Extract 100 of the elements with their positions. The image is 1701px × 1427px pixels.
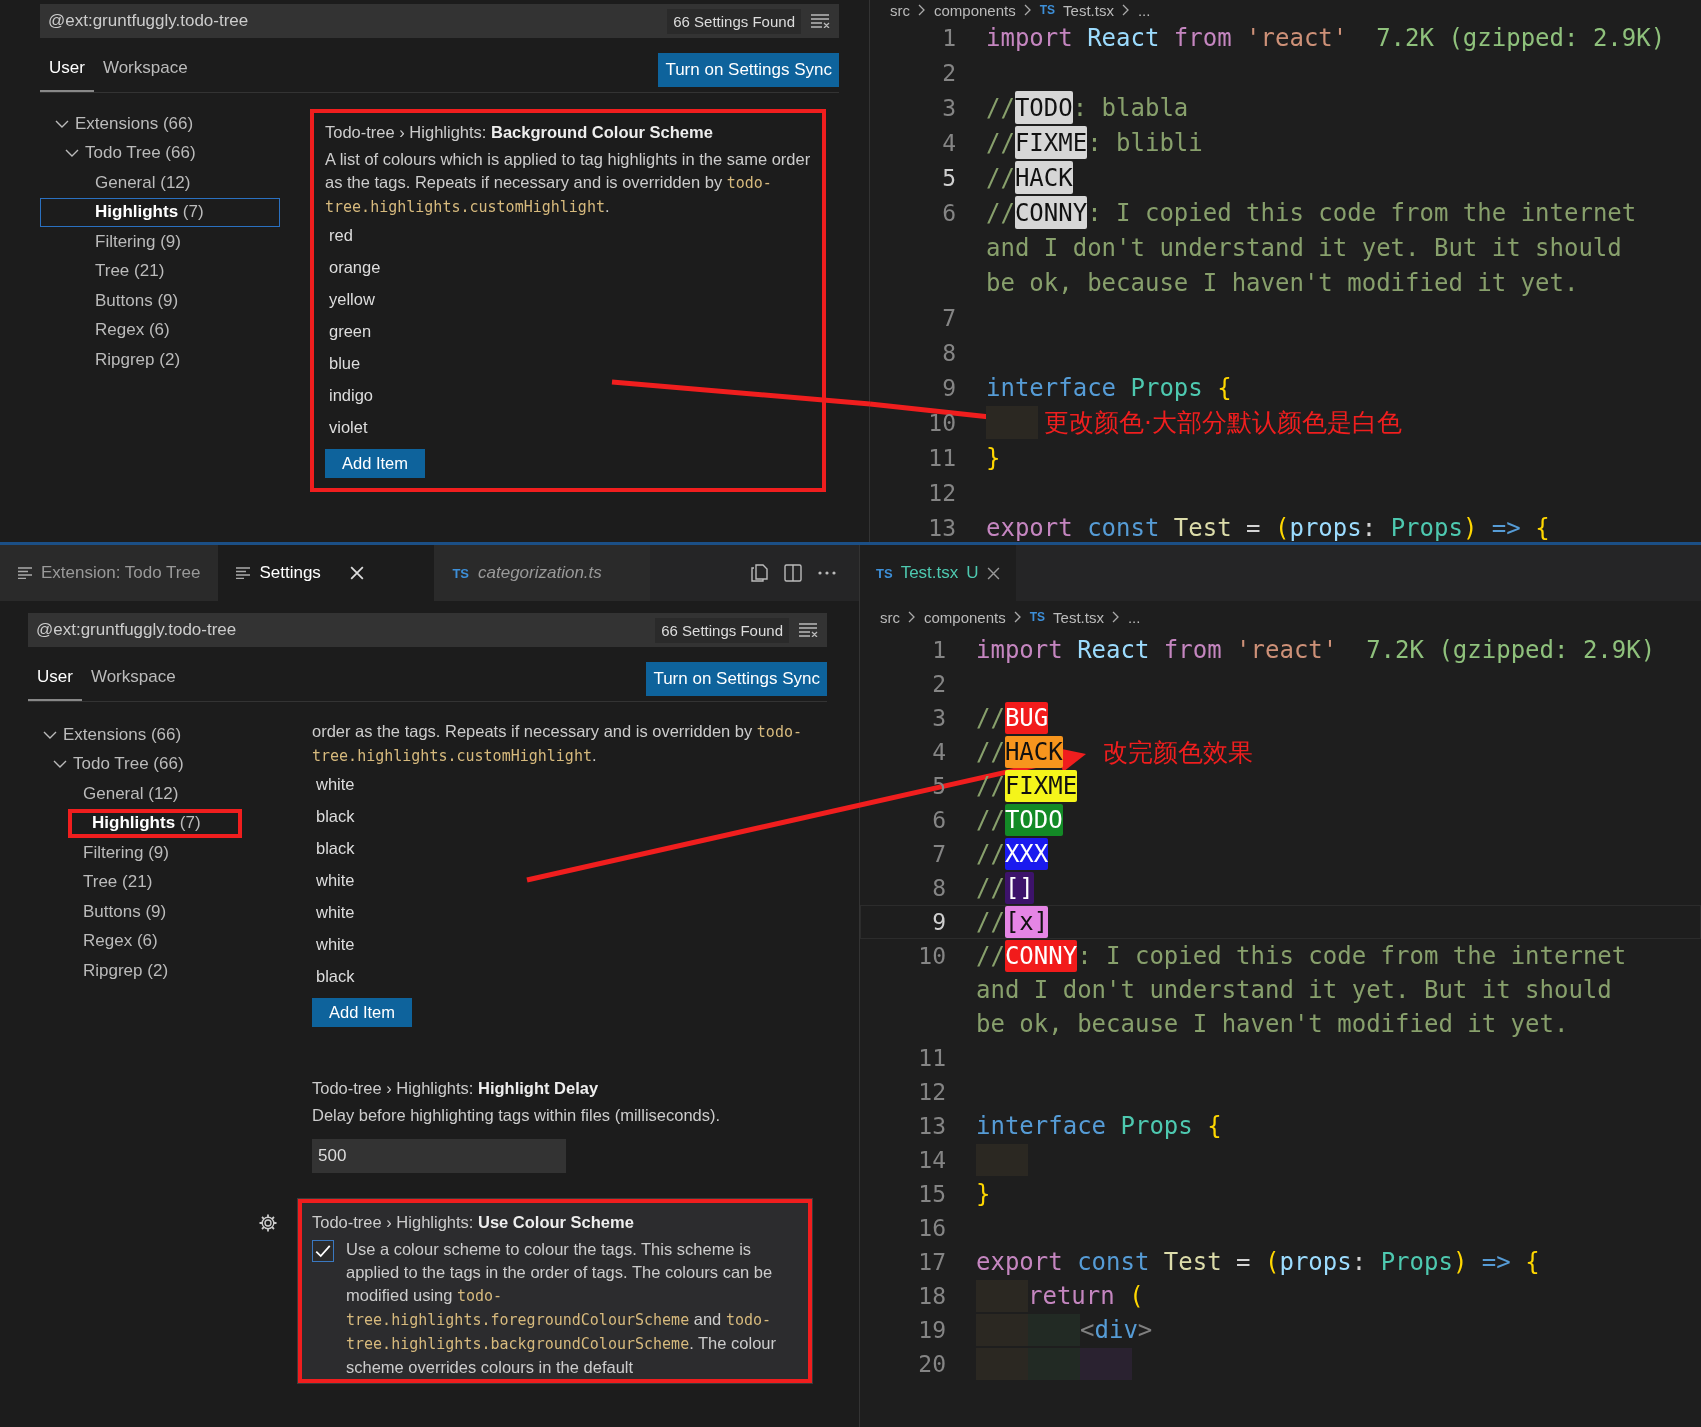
list-item[interactable]: white	[312, 864, 812, 896]
chevron-right-icon	[908, 611, 916, 623]
tree-item[interactable]: Regex (6)	[40, 315, 280, 345]
code-line: and I don't understand it yet. But it should	[986, 232, 1622, 264]
list-item[interactable]: violet	[325, 411, 812, 443]
line-number: 18	[917, 1283, 947, 1309]
tree-item[interactable]: Buttons (9)	[28, 897, 282, 927]
code-line: import React from 'react' 7.2K (gzipped: 2.9K)	[976, 635, 1656, 666]
code-line: }	[986, 442, 1001, 474]
line-number: 8	[941, 339, 957, 366]
search-field[interactable]: @ext:gruntfuggly.todo-tree 66 Settings Found	[28, 613, 827, 647]
code-line: //TODO: blabla	[986, 91, 1189, 124]
code-line: return (	[976, 1280, 1144, 1312]
lines-icon	[236, 567, 251, 579]
settings-gear-icon[interactable]	[258, 1213, 278, 1233]
line-number: 7	[941, 304, 957, 331]
annotation-note: 更改颜色·大部分默认颜色是白色	[1044, 407, 1402, 439]
breadcrumb[interactable]: components	[924, 608, 1006, 626]
chevron-right-icon	[918, 4, 926, 16]
list-item[interactable]: indigo	[325, 379, 812, 411]
code-line: //XXX	[976, 838, 1049, 870]
code-line: //[]	[976, 872, 1034, 904]
line-number: 2	[941, 59, 957, 86]
line-number: 7	[931, 841, 947, 867]
line-number: 12	[917, 1079, 947, 1105]
code-line: }	[976, 1179, 991, 1210]
breadcrumb[interactable]: src	[890, 1, 910, 19]
scope-tab[interactable]: Workspace	[81, 657, 185, 701]
breadcrumb[interactable]: src	[880, 608, 900, 626]
list-item[interactable]: blue	[325, 347, 812, 379]
editor-tab[interactable]: Extension: Todo Tree	[0, 545, 219, 601]
setting-title: Todo-tree › Highlights: Highlight Delay	[312, 1079, 600, 1098]
list-item[interactable]: white	[312, 896, 812, 928]
line-number: 9	[941, 374, 957, 401]
checkbox[interactable]	[312, 1240, 334, 1262]
tree-item[interactable]: General (12)	[40, 168, 280, 198]
file-type-icon: TS	[876, 565, 893, 581]
list-item[interactable]: black	[312, 800, 812, 832]
settings-sync-button[interactable]: Turn on Settings Sync	[658, 53, 839, 87]
tree-item[interactable]: Extensions (66)	[28, 720, 282, 750]
code-line: and I don't understand it yet. But it should	[976, 975, 1612, 1006]
line-number: 1	[931, 637, 947, 663]
tree-item[interactable]: Highlights (7)	[40, 197, 280, 227]
breadcrumb[interactable]: ...	[1127, 608, 1141, 626]
list-item[interactable]: orange	[325, 251, 812, 283]
more-icon[interactable]	[817, 570, 837, 576]
tree-item[interactable]: Filtering (9)	[28, 838, 282, 868]
clear-filter-icon[interactable]	[811, 14, 831, 28]
tree-item[interactable]: Regex (6)	[28, 926, 282, 956]
tree-item[interactable]: Buttons (9)	[40, 286, 280, 316]
scope-tab[interactable]: User	[40, 48, 94, 92]
clear-filter-icon[interactable]	[799, 623, 819, 637]
scope-tab[interactable]: Workspace	[93, 48, 197, 92]
line-number: 19	[917, 1317, 947, 1343]
breadcrumb[interactable]: TS Test.tsx	[1029, 608, 1104, 626]
tree-item[interactable]: Tree (21)	[40, 256, 280, 286]
tree-item[interactable]: Ripgrep (2)	[40, 345, 280, 375]
annotation-note: 改完颜色效果	[1102, 736, 1253, 769]
list-item[interactable]: yellow	[325, 283, 812, 315]
setting-title: Todo-tree › Highlights: Use Colour Scheme	[312, 1213, 635, 1232]
list-item[interactable]: black	[312, 960, 812, 992]
code-line: be ok, because I haven't modified it yet.	[976, 1009, 1569, 1040]
editor-tab[interactable]: TS Test.tsx U	[860, 545, 1016, 601]
editor-tab[interactable]: TS categorization.ts	[434, 545, 651, 601]
breadcrumb[interactable]: ...	[1137, 1, 1151, 19]
tree-item[interactable]: Tree (21)	[28, 867, 282, 897]
close-icon[interactable]	[986, 566, 1000, 580]
list-item[interactable]: white	[312, 928, 812, 960]
add-item-button[interactable]: Add Item	[325, 449, 426, 478]
breadcrumb[interactable]: components	[934, 1, 1016, 19]
breadcrumb[interactable]: TS Test.tsx	[1039, 1, 1114, 19]
tree-item[interactable]: Todo Tree (66)	[28, 749, 282, 779]
scope-tab[interactable]: User	[28, 657, 82, 701]
search-field[interactable]: @ext:gruntfuggly.todo-tree 66 Settings Found	[40, 4, 839, 38]
open-file-icon[interactable]	[749, 563, 769, 583]
code-line: //HACK	[986, 161, 1073, 194]
list-item[interactable]: black	[312, 832, 812, 864]
tree-item[interactable]: Todo Tree (66)	[40, 138, 280, 168]
tree-item[interactable]: Highlights (7)	[68, 808, 242, 838]
line-number: 14	[917, 1147, 947, 1173]
list-item[interactable]: white	[312, 768, 812, 800]
number-input-field[interactable]: 500	[312, 1139, 566, 1173]
line-number: 10	[927, 409, 957, 436]
tree-item[interactable]: General (12)	[28, 779, 282, 809]
line-number: 16	[917, 1215, 947, 1241]
editor-tab[interactable]: Settings	[218, 545, 435, 601]
list-item[interactable]: green	[325, 315, 812, 347]
results-count-badge: 66 Settings Found	[667, 8, 801, 34]
code-line: export const Test = (props: Props) => {	[976, 1247, 1540, 1278]
line-number: 11	[927, 444, 957, 471]
chevron-right-icon	[1111, 611, 1120, 623]
code-line: export const Test = (props: Props) => {	[986, 512, 1550, 542]
split-editor-icon[interactable]	[783, 563, 803, 583]
line-number: 8	[931, 875, 947, 901]
add-item-button[interactable]: Add Item	[312, 998, 413, 1027]
tree-item[interactable]: Extensions (66)	[40, 109, 280, 139]
settings-sync-button[interactable]: Turn on Settings Sync	[646, 662, 827, 696]
tree-item[interactable]: Ripgrep (2)	[28, 956, 282, 986]
tree-item[interactable]: Filtering (9)	[40, 227, 280, 257]
list-item[interactable]: red	[325, 219, 812, 251]
